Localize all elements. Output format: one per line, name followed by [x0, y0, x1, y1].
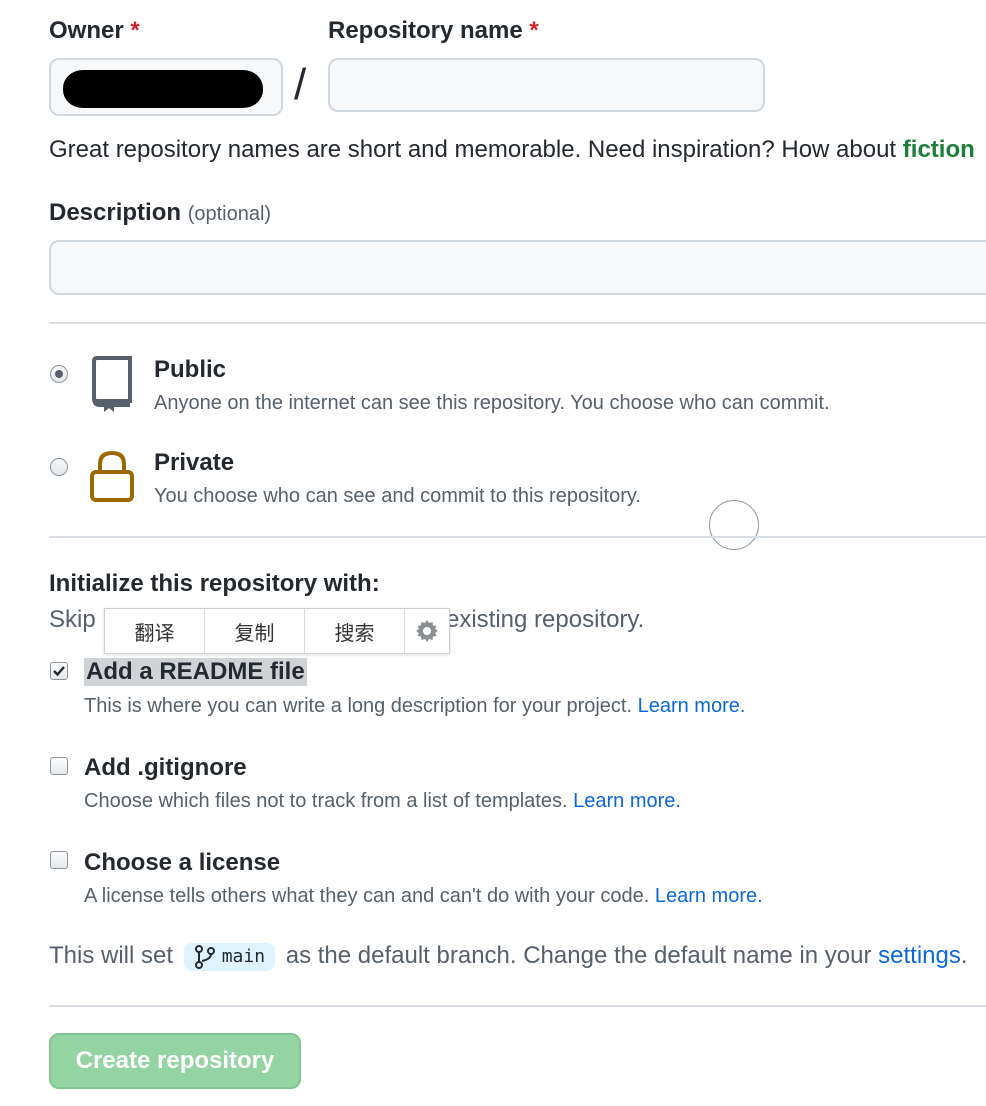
public-radio[interactable]: [50, 365, 68, 383]
repo-name-input[interactable]: [328, 58, 765, 112]
description-input[interactable]: [49, 240, 986, 295]
gitignore-learn-more-link[interactable]: Learn more.: [573, 790, 681, 812]
license-desc: A license tells others what they can and…: [84, 885, 763, 907]
repo-name-label: Repository name *: [328, 17, 539, 44]
settings-link[interactable]: settings: [878, 942, 961, 969]
init-heading: Initialize this repository with:: [49, 570, 380, 597]
license-label[interactable]: Choose a license: [84, 849, 280, 877]
gitignore-label[interactable]: Add .gitignore: [84, 754, 247, 782]
license-learn-more-link[interactable]: Learn more.: [655, 885, 763, 907]
gitignore-checkbox[interactable]: [50, 757, 68, 775]
repo-name-hint: Great repository names are short and mem…: [49, 136, 975, 163]
name-suggestion-link[interactable]: fiction: [903, 136, 975, 163]
repo-icon: [88, 355, 136, 418]
check-icon: [53, 666, 65, 677]
license-checkbox[interactable]: [50, 851, 68, 869]
copy-button[interactable]: 复制: [205, 609, 305, 653]
init-skip-start: Skip: [49, 606, 96, 633]
owner-repo-separator: /: [294, 60, 307, 109]
search-button[interactable]: 搜索: [305, 609, 405, 653]
readme-checkbox[interactable]: [50, 662, 68, 680]
private-title: Private: [154, 449, 235, 476]
owner-label: Owner *: [49, 17, 140, 44]
cursor-indicator: [709, 500, 759, 550]
git-branch-icon: [194, 944, 215, 969]
description-label: Description (optional): [49, 199, 272, 226]
gear-icon[interactable]: [405, 609, 449, 653]
owner-redacted: [63, 70, 263, 108]
readme-label[interactable]: Add a README file: [84, 658, 307, 686]
selection-popup-toolbar: 翻译 复制 搜索: [104, 608, 450, 654]
owner-select[interactable]: [49, 58, 283, 116]
init-skip-end: existing repository.: [446, 606, 645, 633]
gitignore-desc: Choose which files not to track from a l…: [84, 790, 681, 812]
translate-button[interactable]: 翻译: [105, 609, 205, 653]
private-desc: You choose who can see and commit to thi…: [154, 485, 641, 507]
readme-desc: This is where you can write a long descr…: [84, 695, 746, 717]
private-radio[interactable]: [50, 458, 68, 476]
branch-badge: main: [183, 942, 276, 971]
divider: [49, 1005, 986, 1007]
divider: [49, 322, 986, 324]
divider: [49, 536, 986, 538]
readme-learn-more-link[interactable]: Learn more.: [638, 695, 746, 717]
create-repository-button[interactable]: Create repository: [49, 1033, 301, 1089]
public-desc: Anyone on the internet can see this repo…: [154, 392, 830, 414]
public-title: Public: [154, 356, 227, 383]
default-branch-note: This will set main as the default branch…: [49, 942, 968, 971]
lock-icon: [88, 450, 136, 509]
